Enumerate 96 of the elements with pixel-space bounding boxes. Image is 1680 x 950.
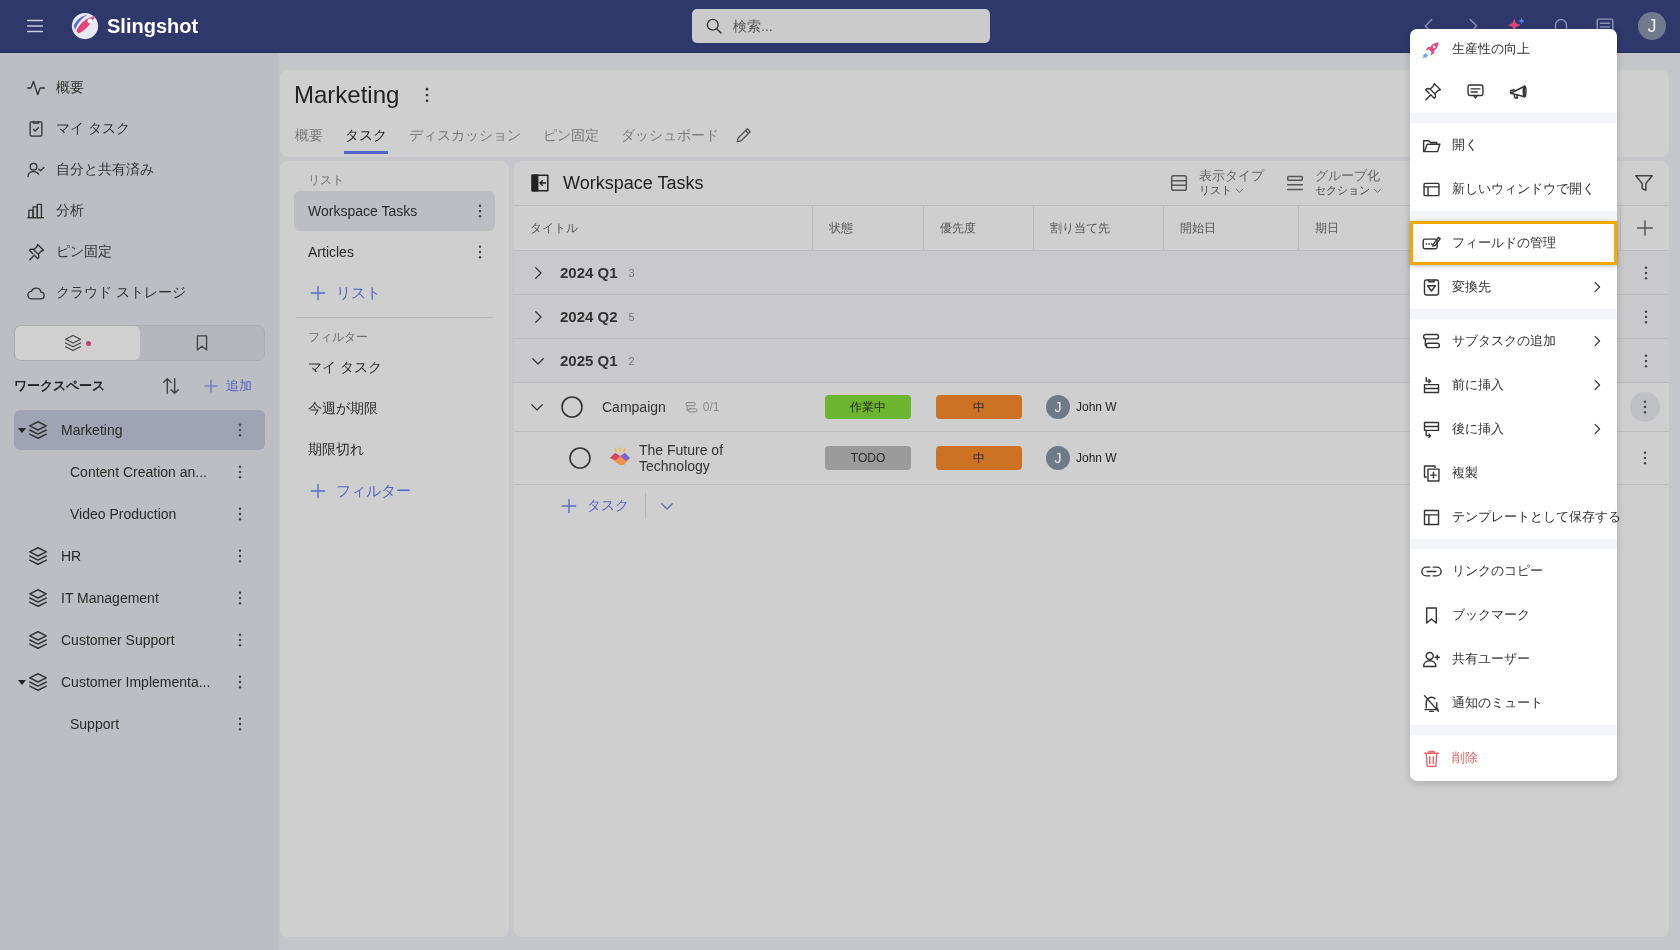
group-count: 3 [628, 266, 635, 279]
section-title: フィルター [307, 328, 369, 346]
bell-off-icon [1421, 692, 1442, 714]
plus-icon [559, 496, 579, 516]
list-view-icon [1168, 172, 1190, 194]
pin-icon [26, 241, 46, 262]
panel-collapse-icon[interactable] [529, 172, 551, 194]
plus-icon [308, 481, 328, 501]
workspace-item[interactable]: Support [14, 704, 265, 744]
plus-icon [202, 377, 220, 395]
group-title: 2025 Q1 [560, 352, 618, 369]
user-avatar: J [1046, 446, 1070, 470]
task-title[interactable]: Campaign [602, 399, 666, 415]
logo-icon [70, 11, 100, 41]
workspace-item[interactable]: Video Production [14, 494, 265, 534]
menu-item[interactable]: 共有ユーザー [1410, 637, 1617, 681]
group-by-dropdown[interactable]: グループ化 セクション [1284, 169, 1383, 197]
menu-item[interactable]: 変換先 [1410, 265, 1617, 309]
group-title: 2024 Q2 [560, 308, 618, 325]
section-title: リスト [307, 171, 345, 189]
column-header[interactable]: 優先度 [924, 206, 1034, 250]
notification-dot [86, 340, 92, 346]
menu-item[interactable]: 前に挿入 [1410, 363, 1617, 407]
search-field[interactable]: 検索... [692, 9, 990, 43]
list-item[interactable]: 今週が期限 [294, 389, 495, 429]
group-title: 2024 Q1 [560, 264, 618, 281]
add-column-icon[interactable] [1634, 217, 1656, 239]
column-header[interactable]: 状態 [813, 206, 924, 250]
status-pill[interactable]: 中 [936, 446, 1022, 470]
nav-item[interactable]: 分析 [0, 190, 279, 231]
filter-icon[interactable] [1633, 172, 1655, 194]
nav-item[interactable]: 自分と共有済み [0, 149, 279, 190]
menu-item[interactable]: 通知のミュート [1410, 681, 1617, 725]
menu-item[interactable]: 開く [1410, 123, 1617, 167]
menu-item[interactable]: ブックマーク [1410, 593, 1617, 637]
menu-item[interactable]: フィールドの管理 [1410, 221, 1617, 265]
view-type-dropdown[interactable]: 表示タイプ リスト [1168, 169, 1264, 197]
status-pill[interactable]: TODO [825, 446, 911, 470]
list-item[interactable]: 期限切れ [294, 430, 495, 470]
project-title: Marketing [294, 81, 400, 109]
workspace-item[interactable]: Customer Support [14, 620, 265, 660]
sort-icon[interactable] [160, 375, 182, 397]
panel-title: Workspace Tasks [563, 172, 704, 194]
layers-icon [27, 629, 49, 651]
duplicate-icon [1421, 462, 1442, 484]
workspace-item[interactable]: Customer Implementa... [14, 662, 265, 702]
list-item[interactable]: マイ タスク [294, 348, 495, 388]
nav-item[interactable]: 概要 [0, 67, 279, 108]
list-item[interactable]: Articles [294, 232, 495, 272]
group-count: 5 [628, 310, 635, 323]
layers-icon [27, 545, 49, 567]
layers-icon [27, 419, 49, 441]
subtasks-icon [683, 399, 699, 415]
workspace-item[interactable]: IT Management [14, 578, 265, 618]
search-icon [704, 16, 724, 36]
user-avatar[interactable]: J [1638, 12, 1666, 40]
menu-item[interactable]: サブタスクの追加 [1410, 319, 1617, 363]
app-name: Slingshot [107, 14, 199, 38]
edit-icon[interactable] [734, 125, 754, 145]
section-title: ワークスペース [14, 377, 105, 395]
insert-row-icon [1421, 374, 1442, 396]
layers-icon [63, 333, 84, 353]
workspace-item[interactable]: HR [14, 536, 265, 576]
nav-item[interactable]: ピン固定 [0, 231, 279, 272]
subtask-count-text: 0/1 [702, 400, 720, 414]
status-pill[interactable]: 作業中 [825, 395, 911, 419]
column-header[interactable]: 開始日 [1164, 206, 1299, 250]
menu-item[interactable]: 新しいウィンドウで開く [1410, 167, 1617, 211]
layers-icon [27, 671, 49, 693]
menu-item[interactable]: 複製 [1410, 451, 1617, 495]
tab[interactable]: タスク [344, 127, 388, 154]
complete-checkbox[interactable] [560, 395, 584, 419]
menu-item[interactable]: 後に挿入 [1410, 407, 1617, 451]
workspace-item[interactable]: Marketing [14, 410, 265, 450]
nav-item[interactable]: マイ タスク [0, 108, 279, 149]
list-item[interactable]: Workspace Tasks [294, 191, 495, 231]
user-avatar: J [1046, 395, 1070, 419]
caret-icon[interactable] [18, 427, 26, 433]
nav-item[interactable]: クラウド ストレージ [0, 272, 279, 313]
menu-item[interactable]: リンクのコピー [1410, 549, 1617, 593]
pin-icon[interactable] [1422, 80, 1443, 102]
column-header[interactable]: タイトル [514, 206, 813, 250]
status-pill[interactable]: 中 [936, 395, 1022, 419]
task-title[interactable]: The Future of Technology [639, 442, 749, 474]
clipboard-icon [1421, 276, 1442, 298]
caret-icon[interactable] [18, 679, 26, 685]
plus-icon [308, 283, 328, 303]
complete-checkbox[interactable] [568, 446, 592, 470]
layers-icon [27, 587, 49, 609]
assignee-name: John W [1076, 451, 1117, 465]
workspace-item[interactable]: Content Creation an... [14, 452, 265, 492]
toggle-tab[interactable] [15, 326, 140, 360]
assignee-name: John W [1076, 400, 1117, 414]
group-count: 2 [628, 354, 635, 367]
menu-item[interactable]: 生産性の向上 [1410, 29, 1617, 69]
column-header[interactable]: 割り当て先 [1034, 206, 1164, 250]
